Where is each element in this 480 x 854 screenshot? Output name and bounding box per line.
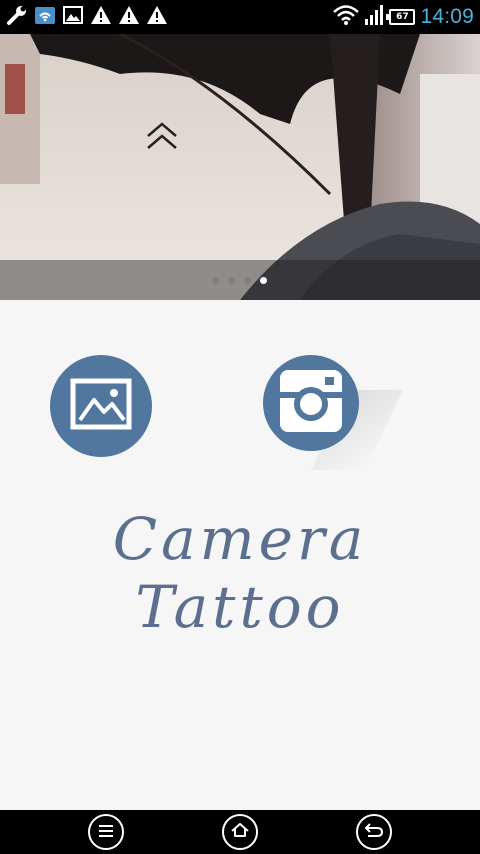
warning-icon (118, 5, 140, 29)
menu-icon (98, 823, 114, 842)
page-dot-active[interactable] (260, 277, 267, 284)
back-button[interactable] (356, 814, 392, 850)
camera-button[interactable] (263, 355, 359, 451)
home-button[interactable] (222, 814, 258, 850)
gallery-button[interactable] (50, 355, 152, 457)
app-title: Camera Tattoo (112, 505, 368, 641)
page-dot[interactable] (244, 277, 251, 284)
image-carousel[interactable] (0, 34, 480, 300)
camera-icon (278, 368, 344, 438)
battery-icon: 67 (386, 9, 416, 25)
page-dot[interactable] (212, 277, 219, 284)
home-icon (230, 822, 250, 842)
warning-icon (90, 5, 112, 29)
image-icon (62, 4, 84, 30)
signal-icon (364, 4, 384, 30)
back-icon (364, 822, 384, 842)
wifi-icon (333, 4, 360, 30)
menu-button[interactable] (88, 814, 124, 850)
notification-icons (6, 5, 168, 29)
page-indicator (212, 277, 267, 284)
wrench-icon (6, 4, 28, 30)
battery-level: 67 (396, 12, 409, 22)
status-bar: 67 14:09 (0, 0, 480, 34)
clock: 14:09 (420, 5, 474, 28)
system-icons: 67 14:09 (333, 3, 474, 31)
page-dot[interactable] (228, 277, 235, 284)
warning-icon (146, 5, 168, 29)
sd-card-wifi-icon (34, 4, 56, 30)
navigation-bar (0, 810, 480, 854)
main-content: Camera Tattoo (0, 300, 480, 810)
carousel-indicator-bar (0, 260, 480, 300)
gallery-icon (70, 378, 132, 434)
